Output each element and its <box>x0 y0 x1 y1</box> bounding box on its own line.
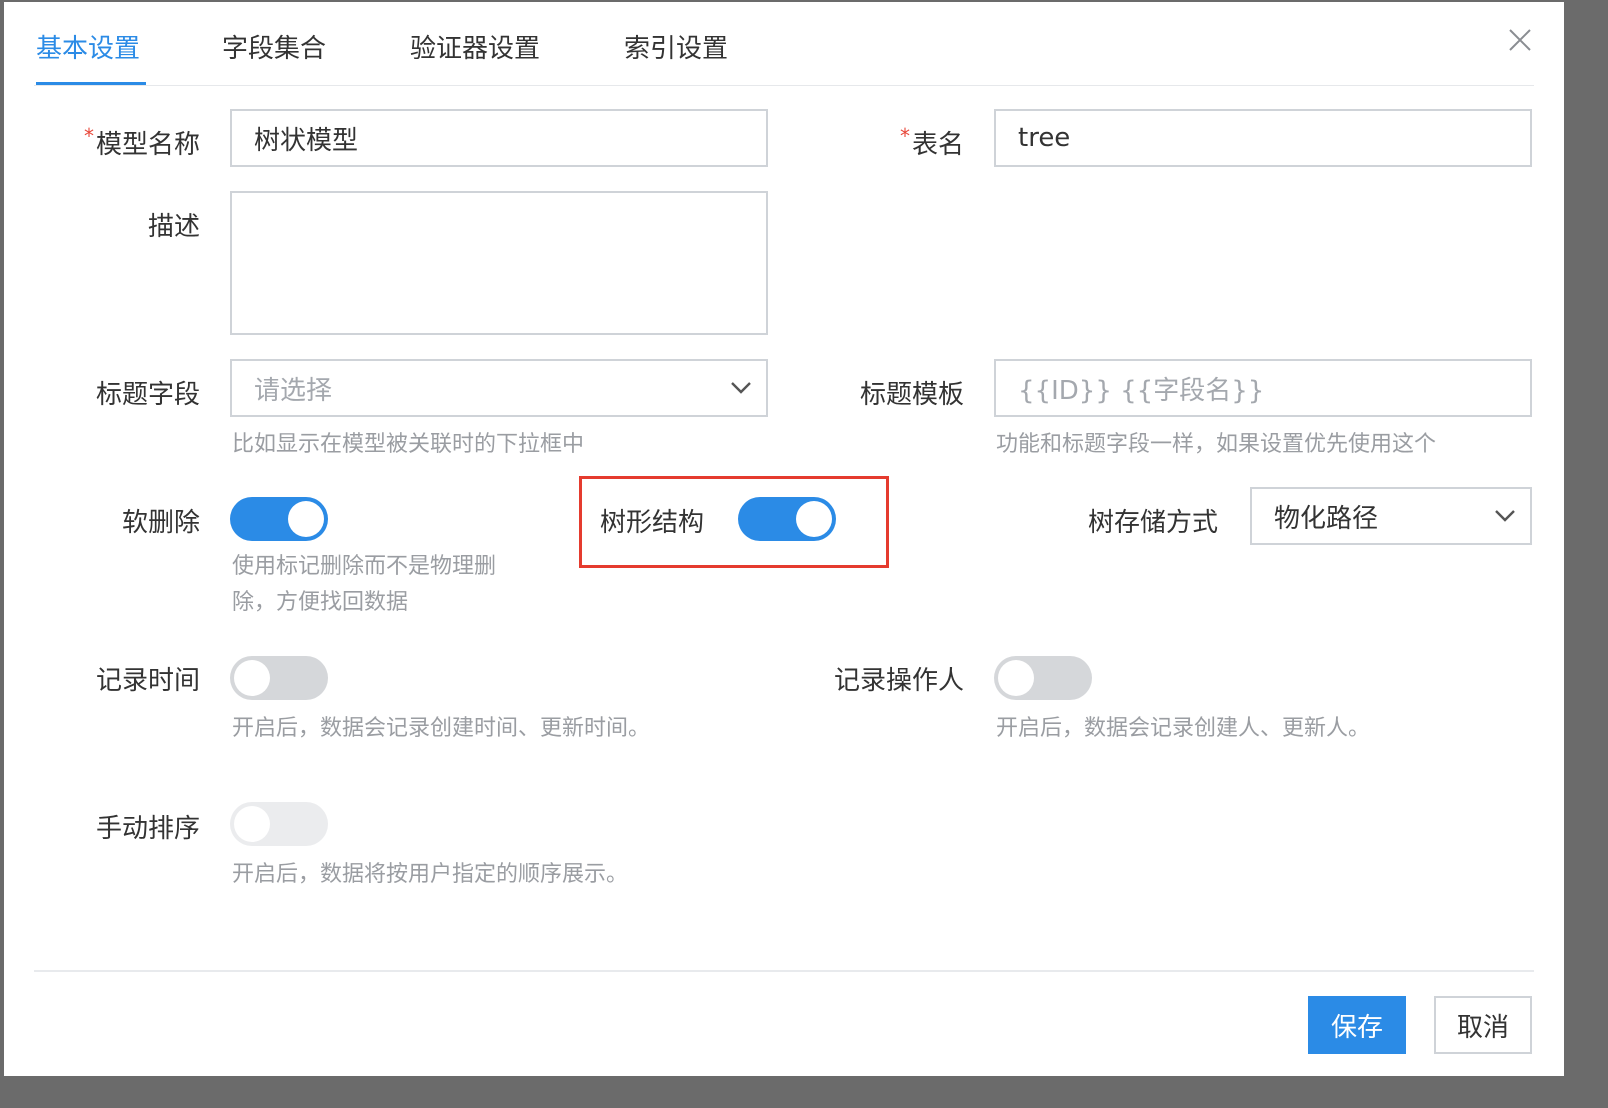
chevron-down-icon <box>1495 510 1515 522</box>
tab-basic-settings[interactable]: 基本设置 <box>36 28 140 65</box>
tab-divider <box>34 85 1534 86</box>
close-icon[interactable] <box>1504 24 1536 56</box>
record-operator-hint: 开启后，数据会记录创建人、更新人。 <box>996 716 1371 741</box>
title-field-placeholder: 请选择 <box>254 375 333 406</box>
soft-delete-hint-line2: 除，方便找回数据 <box>232 590 409 615</box>
table-name-input[interactable]: tree <box>994 109 1532 167</box>
manual-sort-switch[interactable] <box>230 802 328 846</box>
description-label: 描述 <box>147 212 200 242</box>
record-operator-switch[interactable] <box>994 656 1092 700</box>
model-name-input[interactable]: 树状模型 <box>230 109 768 167</box>
soft-delete-label: 软删除 <box>121 508 200 538</box>
tree-structure-label: 树形结构 <box>600 508 705 538</box>
tab-bar: 基本设置 字段集合 验证器设置 索引设置 <box>4 2 1564 88</box>
title-template-input[interactable]: {{ID}} {{字段名}} <box>994 359 1532 417</box>
soft-delete-hint-line1: 使用标记删除而不是物理删 <box>232 554 497 579</box>
cancel-button[interactable]: 取消 <box>1434 996 1532 1054</box>
tab-index-settings[interactable]: 索引设置 <box>624 28 728 65</box>
description-textarea[interactable] <box>230 191 768 335</box>
required-mark: * <box>83 124 94 148</box>
tree-structure-switch[interactable] <box>738 497 836 541</box>
switch-knob <box>234 660 270 696</box>
title-field-select[interactable]: 请选择 <box>230 359 768 417</box>
title-field-label: 标题字段 <box>95 380 200 410</box>
tree-storage-select[interactable]: 物化路径 <box>1250 487 1532 545</box>
record-time-hint: 开启后，数据会记录创建时间、更新时间。 <box>232 716 651 741</box>
footer-divider <box>34 970 1534 972</box>
required-mark: * <box>899 124 910 148</box>
model-name-label: *模型名称 <box>83 124 200 160</box>
switch-knob <box>234 806 270 842</box>
record-time-switch[interactable] <box>230 656 328 700</box>
manual-sort-hint: 开启后，数据将按用户指定的顺序展示。 <box>232 862 629 887</box>
title-field-hint: 比如显示在模型被关联时的下拉框中 <box>232 432 585 457</box>
model-settings-dialog: 基本设置 字段集合 验证器设置 索引设置 *模型名称 树状模型 *表名 tree… <box>4 2 1564 1076</box>
tab-validator-settings[interactable]: 验证器设置 <box>410 28 540 65</box>
tree-storage-label: 树存储方式 <box>1087 508 1218 538</box>
switch-knob <box>998 660 1034 696</box>
switch-knob <box>796 501 832 537</box>
title-template-label: 标题模板 <box>859 380 964 410</box>
tab-field-collection[interactable]: 字段集合 <box>222 28 326 65</box>
tree-storage-value: 物化路径 <box>1274 503 1379 534</box>
manual-sort-label: 手动排序 <box>95 814 200 844</box>
save-button[interactable]: 保存 <box>1308 996 1406 1054</box>
soft-delete-switch[interactable] <box>230 497 328 541</box>
chevron-down-icon <box>731 382 751 394</box>
title-template-hint: 功能和标题字段一样，如果设置优先使用这个 <box>996 432 1437 457</box>
record-operator-label: 记录操作人 <box>833 666 964 696</box>
table-name-label: *表名 <box>899 124 964 160</box>
record-time-label: 记录时间 <box>95 666 200 696</box>
switch-knob <box>288 501 324 537</box>
